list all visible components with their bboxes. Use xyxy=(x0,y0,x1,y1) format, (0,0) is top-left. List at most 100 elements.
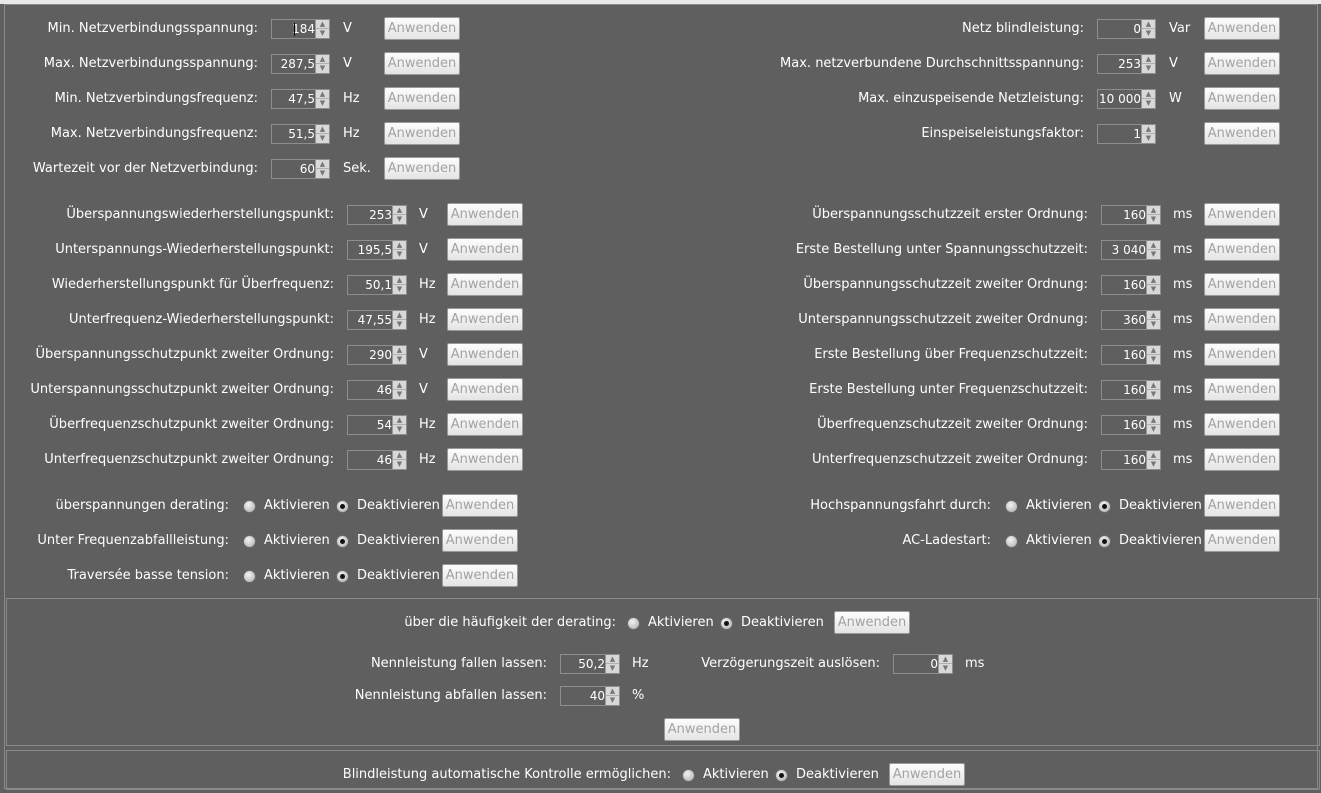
grid-left-spinner-0[interactable]: 184 ▲ ▼ xyxy=(271,19,330,39)
spinner-arrows[interactable]: ▲ ▼ xyxy=(1146,206,1160,224)
arrow-down-icon[interactable]: ▼ xyxy=(316,99,329,108)
reactive-radio-activate[interactable] xyxy=(682,769,695,782)
spinner-arrows[interactable]: ▲ ▼ xyxy=(315,125,329,143)
toggle-right-apply-button-1[interactable]: Anwenden xyxy=(1204,529,1280,552)
spinner-arrows[interactable]: ▲ ▼ xyxy=(315,90,329,108)
grid-right-spinner-0[interactable]: 0 ▲ ▼ xyxy=(1097,19,1156,39)
spinner-arrows[interactable]: ▲ ▼ xyxy=(315,55,329,73)
arrow-down-icon[interactable]: ▼ xyxy=(393,390,406,399)
spinner-arrows[interactable]: ▲ ▼ xyxy=(392,206,406,224)
toggle-left-apply-button-0[interactable]: Anwenden xyxy=(442,494,518,517)
prot-left-apply-button-5[interactable]: Anwenden xyxy=(447,378,523,401)
toggle-right-0-radio-deactivate[interactable] xyxy=(1098,500,1111,513)
prot-right-spinner-4[interactable]: 160 ▲ ▼ xyxy=(1101,345,1161,365)
spinner-arrows[interactable]: ▲ ▼ xyxy=(1146,381,1160,399)
freq-derating-radio-deactivate[interactable] xyxy=(720,617,733,630)
arrow-down-icon[interactable]: ▼ xyxy=(1147,215,1160,224)
arrow-up-icon[interactable]: ▲ xyxy=(1147,241,1160,250)
prot-right-apply-button-3[interactable]: Anwenden xyxy=(1204,308,1280,331)
prot-right-spinner-2[interactable]: 160 ▲ ▼ xyxy=(1101,275,1161,295)
arrow-up-icon[interactable]: ▲ xyxy=(1142,55,1155,64)
prot-right-apply-button-6[interactable]: Anwenden xyxy=(1204,413,1280,436)
grid-left-apply-button-3[interactable]: Anwenden xyxy=(384,122,460,145)
nominal-drop-spinner[interactable]: 50,2 ▲ ▼ xyxy=(560,654,620,674)
spinner-arrows[interactable]: ▲ ▼ xyxy=(392,416,406,434)
spinner-arrows[interactable]: ▲ ▼ xyxy=(1141,20,1155,38)
arrow-up-icon[interactable]: ▲ xyxy=(606,655,619,664)
arrow-down-icon[interactable]: ▼ xyxy=(316,134,329,143)
arrow-down-icon[interactable]: ▼ xyxy=(1142,99,1155,108)
grid-right-spinner-3[interactable]: 1 ▲ ▼ xyxy=(1097,124,1156,144)
arrow-up-icon[interactable]: ▲ xyxy=(1142,90,1155,99)
toggle-left-0-radio-deactivate[interactable] xyxy=(336,500,349,513)
prot-right-apply-button-0[interactable]: Anwenden xyxy=(1204,203,1280,226)
grid-right-spinner-2[interactable]: 10 000 ▲ ▼ xyxy=(1097,89,1156,109)
spinner-arrows[interactable]: ▲ ▼ xyxy=(392,346,406,364)
reactive-radio-deactivate[interactable] xyxy=(775,769,788,782)
arrow-down-icon[interactable]: ▼ xyxy=(606,664,619,673)
spinner-arrows[interactable]: ▲ ▼ xyxy=(605,687,619,705)
arrow-down-icon[interactable]: ▼ xyxy=(1142,29,1155,38)
arrow-up-icon[interactable]: ▲ xyxy=(1142,20,1155,29)
spinner-arrows[interactable]: ▲ ▼ xyxy=(1146,311,1160,329)
prot-left-spinner-7[interactable]: 46 ▲ ▼ xyxy=(347,450,407,470)
grid-left-apply-button-2[interactable]: Anwenden xyxy=(384,87,460,110)
arrow-up-icon[interactable]: ▲ xyxy=(1142,125,1155,134)
toggle-left-2-radio-activate[interactable] xyxy=(243,570,256,583)
prot-left-spinner-4[interactable]: 290 ▲ ▼ xyxy=(347,345,407,365)
grid-left-spinner-4[interactable]: 60 ▲ ▼ xyxy=(271,159,330,179)
prot-right-spinner-1[interactable]: 3 040 ▲ ▼ xyxy=(1101,240,1161,260)
toggle-left-apply-button-2[interactable]: Anwenden xyxy=(442,564,518,587)
spinner-arrows[interactable]: ▲ ▼ xyxy=(392,276,406,294)
prot-left-apply-button-7[interactable]: Anwenden xyxy=(447,448,523,471)
nominal-fall-spinner[interactable]: 40 ▲ ▼ xyxy=(560,686,620,706)
prot-left-spinner-3[interactable]: 47,55 ▲ ▼ xyxy=(347,310,407,330)
arrow-up-icon[interactable]: ▲ xyxy=(316,90,329,99)
arrow-down-icon[interactable]: ▼ xyxy=(316,64,329,73)
arrow-down-icon[interactable]: ▼ xyxy=(1147,355,1160,364)
arrow-down-icon[interactable]: ▼ xyxy=(1147,320,1160,329)
prot-right-spinner-6[interactable]: 160 ▲ ▼ xyxy=(1101,415,1161,435)
spinner-arrows[interactable]: ▲ ▼ xyxy=(1146,241,1160,259)
arrow-up-icon[interactable]: ▲ xyxy=(393,416,406,425)
arrow-up-icon[interactable]: ▲ xyxy=(316,160,329,169)
prot-left-spinner-5[interactable]: 46 ▲ ▼ xyxy=(347,380,407,400)
spinner-arrows[interactable]: ▲ ▼ xyxy=(1141,55,1155,73)
spinner-arrows[interactable]: ▲ ▼ xyxy=(605,655,619,673)
spinner-arrows[interactable]: ▲ ▼ xyxy=(1146,346,1160,364)
prot-left-spinner-2[interactable]: 50,1 ▲ ▼ xyxy=(347,275,407,295)
arrow-down-icon[interactable]: ▼ xyxy=(606,696,619,705)
prot-left-apply-button-1[interactable]: Anwenden xyxy=(447,238,523,261)
prot-right-spinner-7[interactable]: 160 ▲ ▼ xyxy=(1101,450,1161,470)
arrow-down-icon[interactable]: ▼ xyxy=(1147,460,1160,469)
freq-derating-radio-activate[interactable] xyxy=(627,617,640,630)
grid-right-apply-button-0[interactable]: Anwenden xyxy=(1204,17,1280,40)
arrow-up-icon[interactable]: ▲ xyxy=(606,687,619,696)
arrow-up-icon[interactable]: ▲ xyxy=(393,451,406,460)
toggle-left-2-radio-deactivate[interactable] xyxy=(336,570,349,583)
arrow-down-icon[interactable]: ▼ xyxy=(393,460,406,469)
arrow-up-icon[interactable]: ▲ xyxy=(1147,346,1160,355)
toggle-right-1-radio-activate[interactable] xyxy=(1005,535,1018,548)
prot-right-apply-button-5[interactable]: Anwenden xyxy=(1204,378,1280,401)
arrow-down-icon[interactable]: ▼ xyxy=(316,29,329,38)
spinner-arrows[interactable]: ▲ ▼ xyxy=(938,655,952,673)
prot-right-spinner-5[interactable]: 160 ▲ ▼ xyxy=(1101,380,1161,400)
reactive-apply-button[interactable]: Anwenden xyxy=(889,763,965,786)
spinner-arrows[interactable]: ▲ ▼ xyxy=(315,20,329,38)
grid-right-apply-button-1[interactable]: Anwenden xyxy=(1204,52,1280,75)
grid-left-apply-button-4[interactable]: Anwenden xyxy=(384,157,460,180)
toggle-right-0-radio-activate[interactable] xyxy=(1005,500,1018,513)
prot-right-spinner-0[interactable]: 160 ▲ ▼ xyxy=(1101,205,1161,225)
delay-spinner[interactable]: 0 ▲ ▼ xyxy=(893,654,953,674)
arrow-up-icon[interactable]: ▲ xyxy=(1147,451,1160,460)
prot-left-apply-button-6[interactable]: Anwenden xyxy=(447,413,523,436)
grid-left-apply-button-1[interactable]: Anwenden xyxy=(384,52,460,75)
arrow-down-icon[interactable]: ▼ xyxy=(393,285,406,294)
arrow-up-icon[interactable]: ▲ xyxy=(316,20,329,29)
prot-right-apply-button-4[interactable]: Anwenden xyxy=(1204,343,1280,366)
spinner-arrows[interactable]: ▲ ▼ xyxy=(1146,416,1160,434)
arrow-up-icon[interactable]: ▲ xyxy=(393,276,406,285)
arrow-down-icon[interactable]: ▼ xyxy=(393,320,406,329)
toggle-left-apply-button-1[interactable]: Anwenden xyxy=(442,529,518,552)
